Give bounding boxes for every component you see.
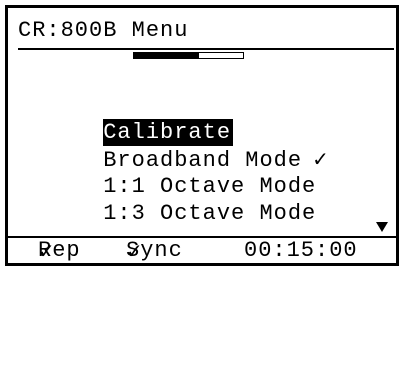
checkmark-icon: ✓: [312, 147, 330, 171]
checkmark-icon: ✓: [38, 239, 56, 263]
checkmark-icon: ✓: [126, 239, 144, 263]
menu-item-label: Broadband Mode: [103, 148, 303, 173]
menu-scroll-indicator: [133, 52, 244, 59]
menu-item-label: 1:3 Octave Mode: [103, 201, 317, 226]
title-divider: [18, 48, 394, 50]
scroll-down-arrow-icon[interactable]: [376, 222, 388, 232]
device-screen: CR:800B Menu Calibrate Broadband Mode ✓ 1…: [5, 5, 399, 266]
status-bar: Rep ✓ Sync ✓ 00:15:00: [38, 238, 358, 263]
menu-item-label: Calibrate: [103, 119, 234, 146]
menu-item-label: 1:1 Octave Mode: [103, 174, 317, 199]
screen-title: CR:800B Menu: [18, 18, 189, 43]
menu-list: Calibrate Broadband Mode ✓ 1:1 Octave Mod…: [18, 92, 330, 226]
timer: 00:15:00: [244, 238, 358, 263]
menu-scroll-indicator-fill: [134, 53, 200, 58]
menu-item-calibrate[interactable]: Calibrate: [18, 92, 330, 146]
